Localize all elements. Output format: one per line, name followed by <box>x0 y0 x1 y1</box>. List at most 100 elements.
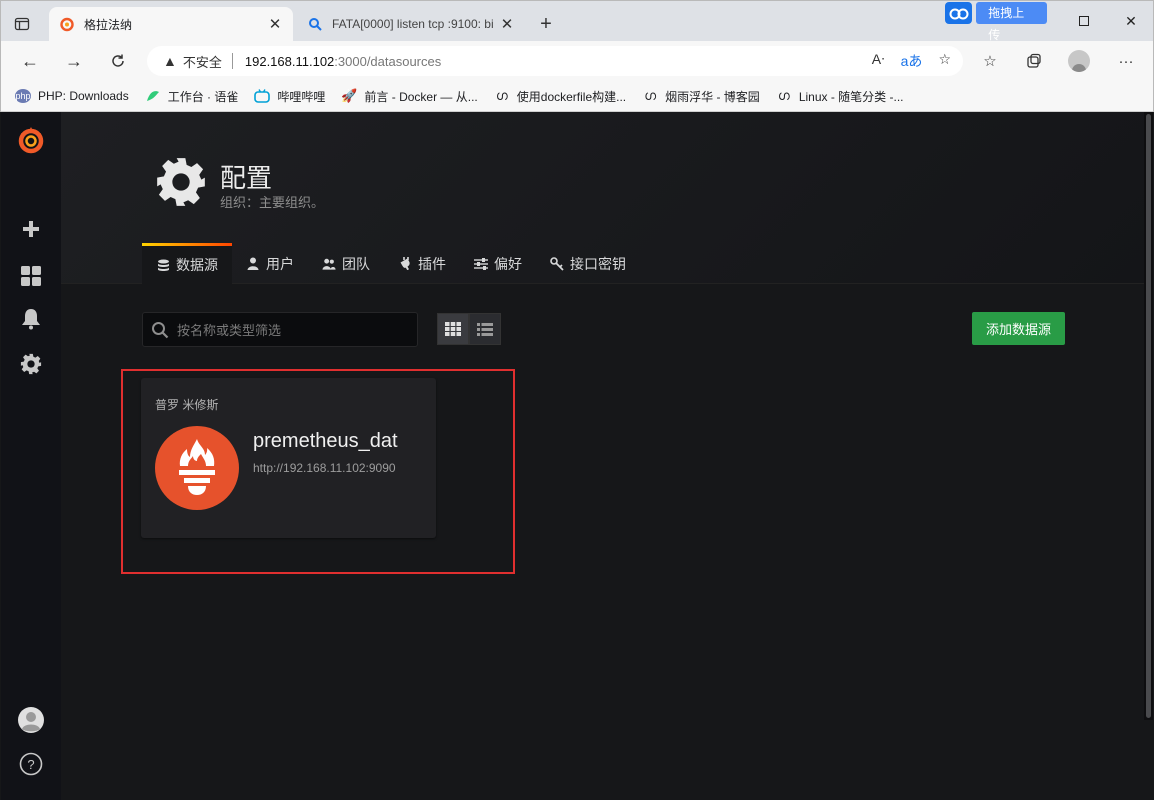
page-scrollbar[interactable] <box>1144 112 1153 720</box>
list-view-button[interactable] <box>469 313 501 345</box>
add-favorite-icon[interactable]: ☆ <box>938 51 951 71</box>
datasource-search-input[interactable]: 按名称或类型筛选 <box>142 312 418 347</box>
drag-upload-button[interactable]: 拖拽上传 <box>976 2 1047 42</box>
gear-icon <box>157 158 205 206</box>
bookmark-cnblogs[interactable]: ഗ 烟雨浮华 - 博客园 <box>642 88 760 105</box>
tab-label: 偏好 <box>494 255 522 272</box>
bookmarks-bar: php PHP: Downloads 工作台 · 语雀 哔哩哔哩 🚀 前言 - … <box>1 81 1153 112</box>
help-icon: ? <box>19 752 43 776</box>
tab-label: 接口密钥 <box>570 255 626 272</box>
settings-menu-button[interactable]: ··· <box>1115 50 1137 72</box>
alerting-menu-button[interactable] <box>1 299 61 339</box>
gear-icon <box>20 353 42 375</box>
help-menu-button[interactable]: ? <box>1 744 61 784</box>
list-icon <box>477 322 493 336</box>
key-icon <box>550 256 564 271</box>
bookmark-php[interactable]: php PHP: Downloads <box>15 89 129 103</box>
sliders-icon <box>474 257 488 271</box>
tab-preferences[interactable]: 偏好 <box>460 243 536 284</box>
bilibili-icon <box>254 89 271 103</box>
bell-icon <box>22 309 40 330</box>
back-button[interactable]: ← <box>19 50 41 72</box>
omnibox-actions: Aᐧ aあ ☆ <box>872 51 951 71</box>
reload-icon <box>112 54 124 67</box>
tab-users[interactable]: 用户 <box>232 243 308 284</box>
database-icon <box>156 258 170 272</box>
plus-icon <box>23 221 39 237</box>
tab-label: 插件 <box>418 255 446 272</box>
add-datasource-button[interactable]: 添加数据源 <box>972 312 1065 345</box>
dashboards-icon <box>21 266 41 286</box>
tab-teams[interactable]: 团队 <box>308 243 384 284</box>
highlight-box <box>121 369 515 574</box>
scrollbar-thumb[interactable] <box>1146 114 1151 718</box>
read-aloud-icon[interactable]: Aᐧ <box>872 51 885 71</box>
new-tab-button[interactable]: + <box>535 13 557 35</box>
yuque-icon <box>145 89 161 103</box>
warning-icon[interactable]: ▲ <box>163 53 177 69</box>
tab-title: 格拉法纳 <box>84 17 133 32</box>
tab-bar: 格拉法纳 ✕ FATA[0000] listen tcp :9100: bind… <box>1 1 1153 42</box>
tab-search-result[interactable]: FATA[0000] listen tcp :9100: bind ✕ <box>297 7 525 41</box>
bookmark-label: Linux - 随笔分类 -... <box>798 89 904 104</box>
grafana-logo-button[interactable] <box>1 120 61 160</box>
bookmark-yuque[interactable]: 工作台 · 语雀 <box>145 88 238 105</box>
bookmark-bilibili[interactable]: 哔哩哔哩 <box>254 88 325 105</box>
cnblogs-icon: ഗ <box>777 88 790 103</box>
bookmark-docker[interactable]: 🚀 前言 - Docker — 从... <box>341 88 477 105</box>
address-bar[interactable]: ▲ 不安全 192.168.11.102:3000/datasources Aᐧ… <box>147 46 963 76</box>
tab-datasources[interactable]: 数据源 <box>142 243 232 284</box>
bookmark-dockerfile[interactable]: ഗ 使用dockerfile构建... <box>494 88 626 105</box>
forward-button[interactable]: → <box>63 50 85 72</box>
grafana-favicon-icon <box>60 17 74 32</box>
php-icon: php <box>15 89 31 103</box>
grafana-app: ? 配置 组织：主要组织。 数据源 用户 团队 插件 偏好 接口密钥 按名称或类… <box>1 112 1153 800</box>
tab-grafana[interactable]: 格拉法纳 ✕ <box>49 7 293 41</box>
user-profile-button[interactable] <box>1 700 61 740</box>
config-tabs: 数据源 用户 团队 插件 偏好 接口密钥 <box>142 243 640 284</box>
page-subtitle: 组织：主要组织。 <box>220 195 325 210</box>
reload-button[interactable] <box>107 50 129 72</box>
tab-close-icon[interactable]: ✕ <box>499 15 515 33</box>
svg-text:?: ? <box>27 757 34 772</box>
collections-icon <box>1027 53 1041 68</box>
dashboards-menu-button[interactable] <box>1 256 61 296</box>
tab-label: 团队 <box>342 255 370 272</box>
tab-api-keys[interactable]: 接口密钥 <box>536 243 640 284</box>
url-path: :3000/datasources <box>334 53 442 69</box>
address-separator <box>231 53 233 69</box>
address-toolbar: ← → ▲ 不安全 192.168.11.102:3000/datasource… <box>1 41 1153 81</box>
bookmark-label: 前言 - Docker — 从... <box>364 89 478 104</box>
collections-button[interactable] <box>1023 50 1045 72</box>
tab-plugins[interactable]: 插件 <box>384 243 460 284</box>
configuration-menu-button[interactable] <box>1 344 61 384</box>
favorites-button[interactable]: ☆ <box>979 50 1001 72</box>
user-avatar-icon <box>18 707 44 733</box>
profile-button[interactable] <box>1068 50 1090 72</box>
side-menu: ? <box>1 112 61 800</box>
page-title: 配置 <box>220 163 273 193</box>
create-menu-button[interactable] <box>1 209 61 249</box>
search-icon <box>152 321 169 338</box>
bookmark-label: 烟雨浮华 - 博客园 <box>665 89 760 104</box>
cnblogs-icon: ഗ <box>644 88 657 103</box>
baidu-upload-widget[interactable]: 拖拽上传 <box>945 1 1047 42</box>
bookmark-linux[interactable]: ഗ Linux - 随笔分类 -... <box>776 88 904 105</box>
page-header: 配置 组织：主要组织。 数据源 用户 团队 插件 偏好 接口密钥 <box>61 112 1144 284</box>
close-window-button[interactable]: ✕ <box>1121 11 1141 31</box>
maximize-button[interactable] <box>1074 11 1094 31</box>
grafana-logo-icon <box>18 127 44 154</box>
translate-icon[interactable]: aあ <box>901 51 923 71</box>
datasources-page: 按名称或类型筛选 添加数据源 普罗 米修斯 premetheus_dat htt… <box>61 285 1144 800</box>
tab-actions-icon <box>14 17 30 31</box>
team-icon <box>322 257 336 271</box>
search-favicon-icon <box>309 18 322 31</box>
profile-avatar-icon <box>1068 50 1090 72</box>
grid-view-button[interactable] <box>437 313 469 345</box>
grid-icon <box>445 322 461 336</box>
maximize-icon <box>1079 16 1089 26</box>
tab-close-icon[interactable]: ✕ <box>267 15 283 33</box>
security-label[interactable]: 不安全 <box>183 52 222 71</box>
rocket-icon: 🚀 <box>341 88 358 103</box>
tab-actions-button[interactable] <box>11 13 33 35</box>
